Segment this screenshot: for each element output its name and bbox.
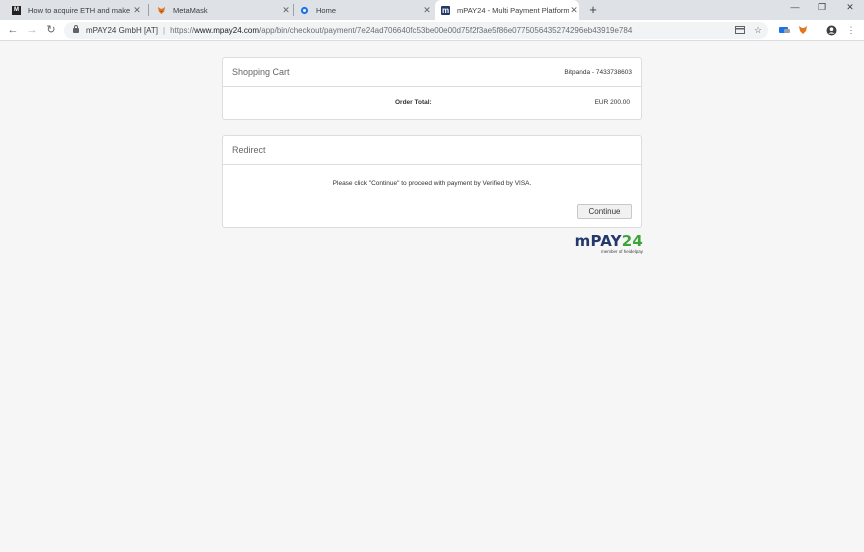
tab-title: How to acquire ETH and make a <box>28 5 132 15</box>
tab-home[interactable]: Home ✕ <box>296 0 432 20</box>
tab-title: MetaMask <box>173 5 208 15</box>
tab-metamask[interactable]: MetaMask ✕ <box>153 0 291 20</box>
tab-title: mPAY24 - Multi Payment Platform <box>457 5 569 15</box>
url-path: /app/bin/checkout/payment/7e24ad706640fc… <box>259 26 633 35</box>
merchant-reference: Bitpanda - 7433738603 <box>564 68 632 76</box>
close-icon[interactable]: ✕ <box>132 5 142 16</box>
restore-icon[interactable]: ❐ <box>815 2 829 13</box>
redirect-header: Redirect <box>223 136 641 165</box>
reload-icon[interactable]: ↻ <box>44 23 58 37</box>
medium-icon: M <box>12 5 21 15</box>
redirect-message: Please click "Continue" to proceed with … <box>332 180 532 187</box>
home-gear-icon <box>300 6 309 15</box>
close-icon[interactable]: ✕ <box>281 5 291 16</box>
redirect-body: Please click "Continue" to proceed with … <box>223 165 641 228</box>
extension-icon[interactable] <box>778 24 790 36</box>
tab-mpay24[interactable]: m mPAY24 - Multi Payment Platform ✕ <box>435 0 579 20</box>
continue-button[interactable]: Continue <box>577 204 632 219</box>
close-icon[interactable]: ✕ <box>422 5 432 16</box>
tab-separator <box>293 4 294 16</box>
order-total-row: Order Total: EUR 200.00 <box>223 87 641 119</box>
menu-kebab-icon[interactable]: ⋮ <box>845 24 857 36</box>
metamask-extension-icon[interactable] <box>797 24 809 36</box>
shopping-cart-header: Shopping Cart Bitpanda - 7433738603 <box>223 58 641 87</box>
shopping-cart-title: Shopping Cart <box>232 67 290 77</box>
mpay24-wordmark: mPAY24 <box>574 232 643 250</box>
address-bar[interactable]: mPAY24 GmbH [AT] | https://www.mpay24.co… <box>64 22 768 39</box>
new-tab-button[interactable]: + <box>586 3 600 17</box>
url-scheme: https:// <box>170 26 195 35</box>
order-total-value: EUR 200.00 <box>594 99 630 106</box>
tab-medium[interactable]: M How to acquire ETH and make a ✕ <box>8 0 142 20</box>
lock-icon <box>73 25 79 33</box>
order-total-label: Order Total: <box>395 99 432 106</box>
forward-arrow-icon[interactable]: → <box>25 23 39 37</box>
bookmark-star-icon[interactable]: ☆ <box>752 24 764 36</box>
omnibox-divider: | <box>163 26 166 35</box>
shopping-cart-panel: Shopping Cart Bitpanda - 7433738603 Orde… <box>222 57 642 120</box>
url-host: www.mpay24.com <box>194 26 260 35</box>
window-close-icon[interactable]: ✕ <box>843 2 857 13</box>
redirect-panel: Redirect Please click "Continue" to proc… <box>222 135 642 228</box>
minimize-icon[interactable]: — <box>788 2 802 12</box>
mpay24-logo: mPAY24 member of heidelpay <box>566 233 643 254</box>
tab-title: Home <box>316 5 337 15</box>
browser-toolbar: ← → ↻ mPAY24 GmbH [AT] | https://www.mpa… <box>0 20 864 41</box>
card-icon[interactable] <box>734 24 746 36</box>
tab-strip: M How to acquire ETH and make a ✕ MetaMa… <box>0 0 864 20</box>
back-arrow-icon[interactable]: ← <box>6 23 20 37</box>
metamask-fox-icon <box>157 6 166 15</box>
close-icon[interactable]: ✕ <box>569 5 579 16</box>
profile-avatar-icon[interactable] <box>825 24 837 36</box>
tab-separator <box>148 4 149 16</box>
mpay24-icon: m <box>441 5 450 15</box>
redirect-title: Redirect <box>232 145 266 155</box>
site-org-name: mPAY24 GmbH [AT] <box>86 26 159 35</box>
